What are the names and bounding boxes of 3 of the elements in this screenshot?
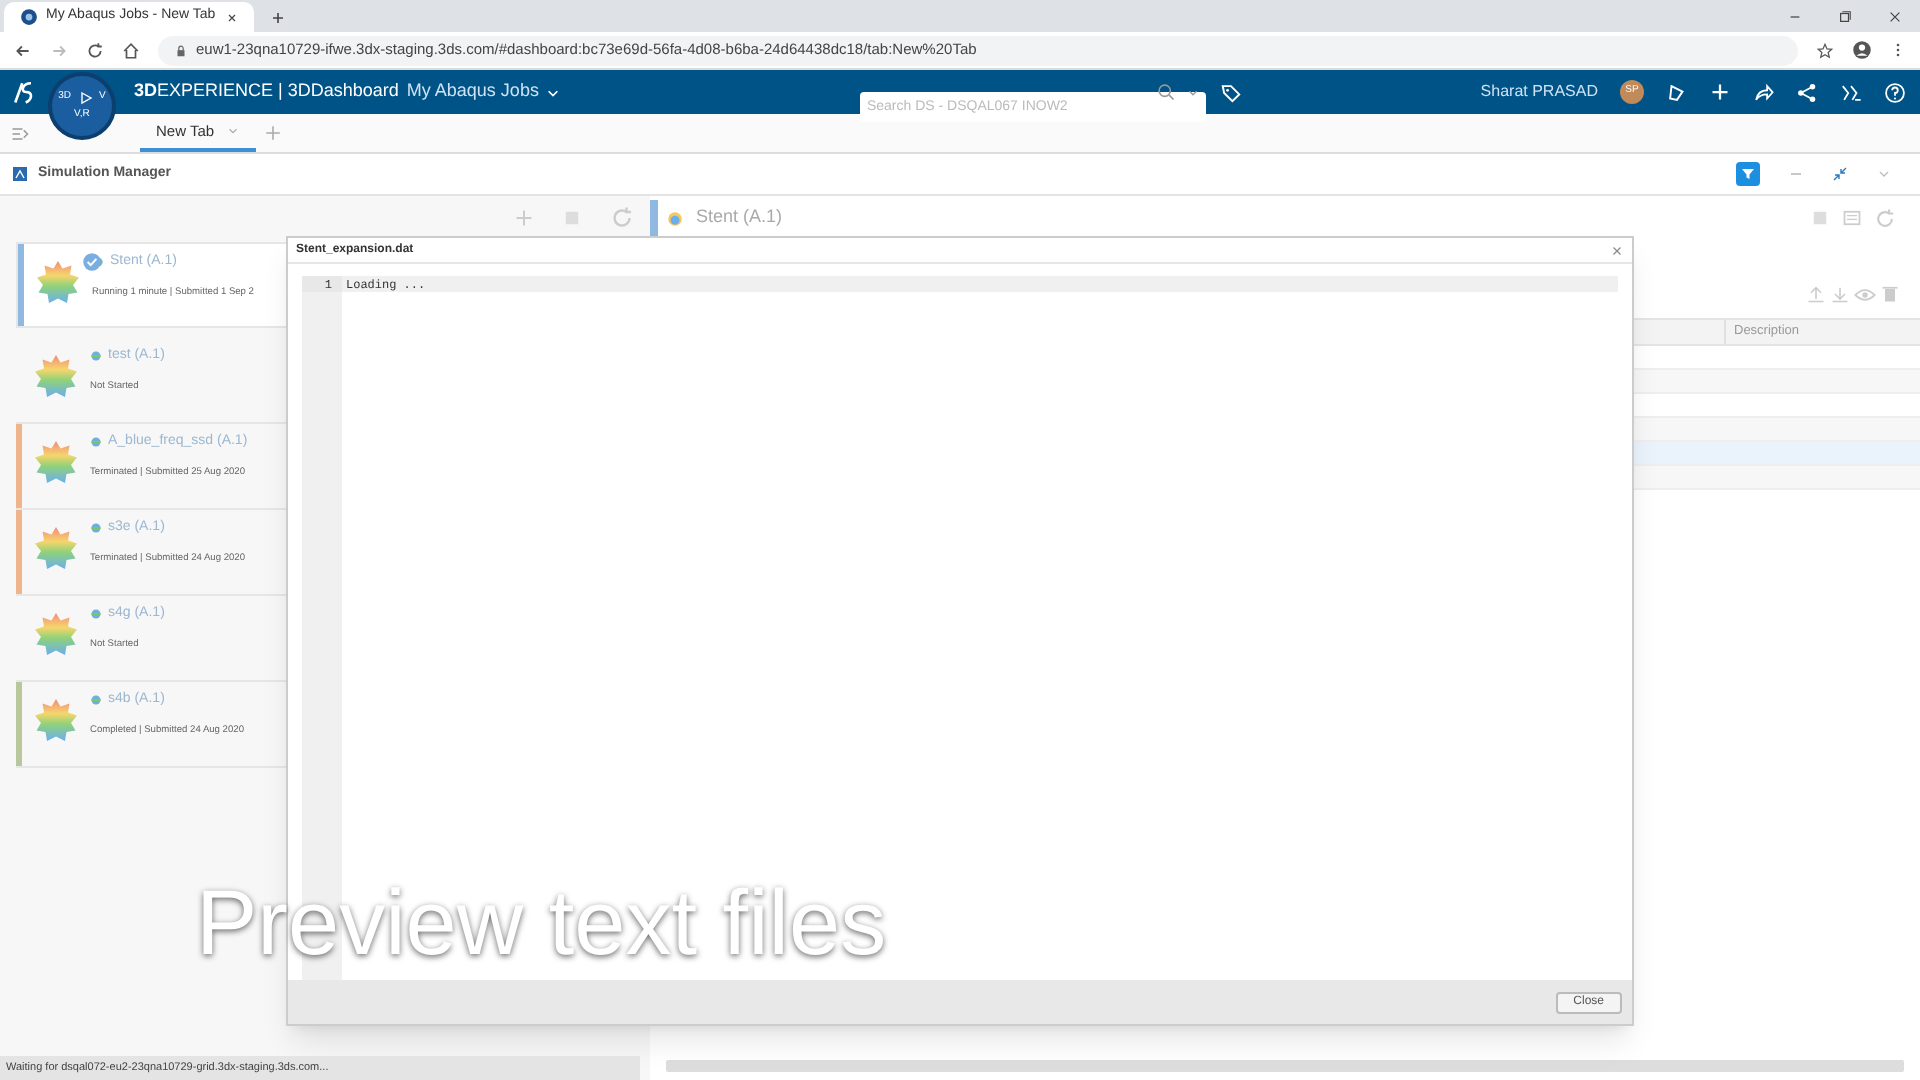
app-title: 3DEXPERIENCE | 3DDashboard [134,78,399,105]
job-title: Stent (A.1) [696,204,783,231]
video-caption: Preview text files [196,876,887,968]
